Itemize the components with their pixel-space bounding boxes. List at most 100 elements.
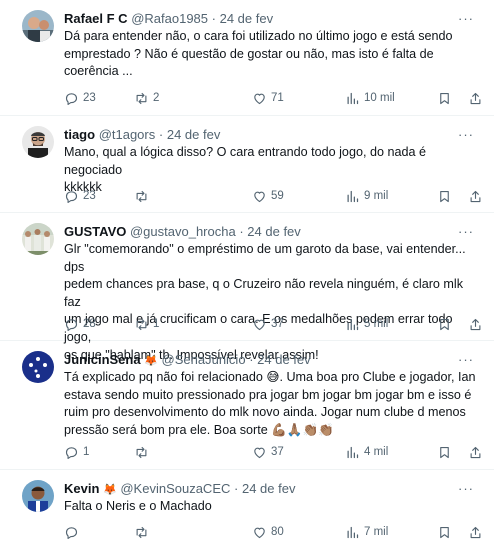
reply-icon — [65, 92, 78, 105]
share-icon — [470, 190, 481, 202]
tweet[interactable]: Rafael F C @Rafao1985 · 24 de fev ··· Dá… — [0, 0, 494, 116]
share-button[interactable] — [468, 89, 483, 107]
avatar[interactable] — [22, 480, 54, 512]
bookmark-button[interactable] — [437, 315, 452, 333]
views-chart-icon — [347, 318, 359, 330]
tweet-date[interactable]: 24 de fev — [167, 127, 221, 142]
tweet-text-line: emprestado ? Não é questão de gostar ou … — [64, 46, 434, 61]
bookmark-button[interactable] — [437, 523, 452, 541]
reply-button[interactable] — [64, 523, 83, 541]
separator-dot: · — [211, 11, 216, 26]
views-chart-icon — [347, 92, 359, 104]
display-name[interactable]: Kevin — [64, 481, 99, 496]
user-handle[interactable]: @SenaJunicio — [162, 352, 246, 367]
avatar-image — [22, 126, 54, 158]
tweet-actions: 1 37 4 mil — [64, 443, 481, 461]
tweet-date[interactable]: 24 de fev — [242, 481, 296, 496]
like-button[interactable]: 37 — [252, 443, 284, 461]
views-button[interactable]: 4 mil — [345, 443, 388, 461]
avatar-image — [22, 480, 54, 512]
reply-icon — [65, 526, 78, 539]
retweet-button[interactable]: 1 — [134, 315, 159, 333]
tweet[interactable]: JunicinSena 🦊 @SenaJunicio · 24 de fev ·… — [0, 341, 494, 470]
reply-button[interactable]: 23 — [64, 89, 96, 107]
views-button[interactable]: 9 mil — [345, 187, 388, 205]
tweet-date[interactable]: 24 de fev — [257, 352, 311, 367]
avatar[interactable] — [22, 10, 54, 42]
user-handle[interactable]: @gustavo_hrocha — [130, 224, 236, 239]
share-button[interactable] — [468, 187, 483, 205]
tweet-actions: 23 2 71 10 mil — [64, 89, 481, 107]
like-count: 71 — [271, 92, 284, 104]
retweet-icon — [136, 190, 147, 202]
tweet-actions: 80 7 mil — [64, 523, 481, 541]
name-emoji: 🦊 — [103, 483, 117, 496]
reply-button[interactable]: 28 — [64, 315, 96, 333]
separator-dot: · — [158, 127, 164, 142]
tweet[interactable]: tiago @t1agors · 24 de fev ··· Mano, qua… — [0, 116, 494, 213]
display-name[interactable]: tiago — [64, 127, 95, 142]
like-button[interactable]: 59 — [252, 187, 284, 205]
reply-icon — [65, 446, 78, 459]
bookmark-button[interactable] — [437, 443, 452, 461]
bookmark-button[interactable] — [437, 187, 452, 205]
retweet-button[interactable] — [134, 443, 153, 461]
share-button[interactable] — [468, 443, 483, 461]
view-count: 5 mil — [364, 318, 389, 330]
avatar[interactable] — [22, 223, 54, 255]
bookmark-button[interactable] — [437, 89, 452, 107]
tweet-header: Rafael F C @Rafao1985 · 24 de fev ··· — [64, 10, 486, 28]
views-button[interactable]: 5 mil — [345, 315, 388, 333]
avatar-image — [22, 223, 54, 255]
display-name[interactable]: Rafael F C — [64, 11, 128, 26]
user-handle[interactable]: @Rafao1985 — [131, 11, 208, 26]
share-button[interactable] — [468, 315, 483, 333]
share-button[interactable] — [468, 523, 483, 541]
tweet-text-line: Dá para entender não, o cara foi utiliza… — [64, 29, 453, 43]
more-options-icon[interactable]: ··· — [458, 10, 474, 28]
tweet-text-line: coerência ... — [64, 64, 133, 79]
user-handle[interactable]: @KevinSouzaCEC — [120, 481, 230, 496]
heart-icon — [254, 191, 265, 202]
like-button[interactable]: 37 — [252, 315, 284, 333]
tweet-date[interactable]: 24 de fev — [220, 11, 274, 26]
bookmark-icon — [440, 190, 449, 202]
display-name[interactable]: JunicinSena — [64, 352, 141, 367]
share-icon — [470, 526, 481, 538]
like-button[interactable]: 80 — [252, 523, 284, 541]
share-icon — [470, 446, 481, 458]
retweet-button[interactable] — [134, 523, 153, 541]
tweet-header: Kevin 🦊 @KevinSouzaCEC · 24 de fev ··· — [64, 480, 486, 498]
tweet[interactable]: GUSTAVO @gustavo_hrocha · 24 de fev ··· … — [0, 213, 494, 362]
reply-count: 1 — [83, 446, 90, 458]
avatar[interactable] — [22, 351, 54, 383]
like-count: 37 — [271, 318, 284, 330]
like-button[interactable]: 71 — [252, 89, 284, 107]
share-icon — [470, 92, 481, 104]
more-options-icon[interactable]: ··· — [458, 223, 474, 241]
views-button[interactable]: 10 mil — [345, 89, 395, 107]
avatar[interactable] — [22, 126, 54, 158]
reply-button[interactable]: 23 — [64, 187, 96, 205]
more-options-icon[interactable]: ··· — [458, 480, 474, 498]
views-chart-icon — [347, 446, 359, 458]
heart-icon — [254, 319, 265, 330]
tweet-text: Tá explicado pq não foi relacionado 😅. U… — [64, 369, 478, 439]
tweet-text-line: estava sendo muito pressionado pra jogar… — [64, 387, 472, 402]
like-count: 80 — [271, 526, 284, 538]
tweet-date[interactable]: 24 de fev — [247, 224, 301, 239]
views-button[interactable]: 7 mil — [345, 523, 388, 541]
more-options-icon[interactable]: ··· — [458, 126, 474, 144]
tweet-text-line: Glr "comemorando" o empréstimo de um gar… — [64, 242, 466, 274]
user-handle[interactable]: @t1agors — [99, 127, 156, 142]
retweet-icon — [136, 526, 147, 538]
tweet-actions: 28 1 37 5 mil — [64, 315, 481, 333]
separator-dot: · — [239, 224, 244, 239]
reply-button[interactable]: 1 — [64, 443, 89, 461]
display-name[interactable]: GUSTAVO — [64, 224, 126, 239]
more-options-icon[interactable]: ··· — [458, 351, 474, 369]
tweet[interactable]: Kevin 🦊 @KevinSouzaCEC · 24 de fev ··· F… — [0, 470, 494, 545]
retweet-button[interactable] — [134, 187, 153, 205]
retweet-button[interactable]: 2 — [134, 89, 159, 107]
view-count: 9 mil — [364, 190, 389, 202]
